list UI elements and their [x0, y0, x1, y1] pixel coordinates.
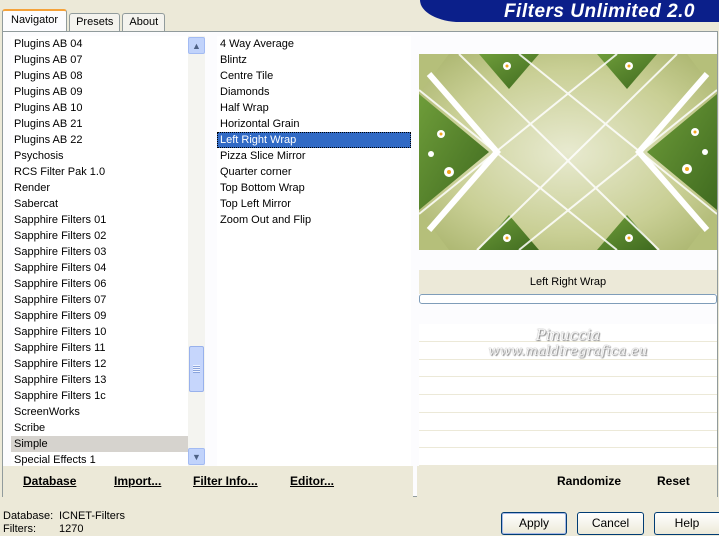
list-item[interactable]: Half Wrap	[217, 100, 411, 116]
navigator-panel: Plugins AB 04 Plugins AB 07 Plugins AB 08 P…	[2, 31, 718, 497]
list-item[interactable]: Horizontal Grain	[217, 116, 411, 132]
preview-actions: Randomize Reset	[417, 466, 717, 497]
list-item[interactable]: 4 Way Average	[217, 36, 411, 52]
list-item[interactable]: Sapphire Filters 07	[11, 292, 188, 308]
reset-button[interactable]: Reset	[657, 474, 690, 488]
list-item[interactable]: Sapphire Filters 03	[11, 244, 188, 260]
list-item[interactable]: Quarter corner	[217, 164, 411, 180]
list-item[interactable]: Plugins AB 22	[11, 132, 188, 148]
filters-count-label: Filters:	[3, 523, 36, 535]
list-item[interactable]: RCS Filter Pak 1.0	[11, 164, 188, 180]
database-label: Database:	[3, 510, 54, 522]
tab-about[interactable]: About	[122, 13, 166, 31]
scroll-thumb[interactable]	[189, 346, 204, 392]
editor-button[interactable]: Editor...	[290, 474, 334, 488]
list-item[interactable]: Top Left Mirror	[217, 196, 411, 212]
list-item[interactable]: Sapphire Filters 09	[11, 308, 188, 324]
list-item[interactable]: Sapphire Filters 01	[11, 212, 188, 228]
list-item[interactable]: Plugins AB 10	[11, 100, 188, 116]
cancel-button[interactable]: Cancel	[577, 512, 644, 535]
list-item[interactable]: Plugins AB 04	[11, 36, 188, 52]
database-button[interactable]: Database	[23, 474, 76, 488]
filter-preview	[419, 54, 717, 250]
list-item[interactable]: Centre Tile	[217, 68, 411, 84]
tab-presets[interactable]: Presets	[69, 13, 121, 31]
list-item[interactable]: Zoom Out and Flip	[217, 212, 411, 228]
filter-info-button[interactable]: Filter Info...	[193, 474, 258, 488]
list-item[interactable]: Scribe	[11, 420, 188, 436]
grip-icon	[193, 365, 200, 373]
list-item[interactable]: Blintz	[217, 52, 411, 68]
list-item[interactable]: Sapphire Filters 13	[11, 372, 188, 388]
list-item[interactable]: Pizza Slice Mirror	[217, 148, 411, 164]
list-item[interactable]: Sapphire Filters 04	[11, 260, 188, 276]
chevron-up-icon: ▲	[192, 40, 201, 51]
scroll-up-button[interactable]: ▲	[188, 37, 205, 54]
preview-filter-name: Left Right Wrap	[419, 270, 717, 294]
parameter-area	[419, 324, 717, 466]
filter-list[interactable]: 4 Way Average Blintz Centre Tile Diamonds Ha…	[217, 36, 411, 466]
list-item[interactable]: Sapphire Filters 11	[11, 340, 188, 356]
header-banner: Filters Unlimited 2.0	[420, 0, 719, 22]
app-title: Filters Unlimited 2.0	[503, 1, 695, 22]
status-info: Database: ICNET-Filters Filters: 1270	[3, 510, 125, 536]
list-item[interactable]: Sabercat	[11, 196, 188, 212]
list-item[interactable]: Plugins AB 08	[11, 68, 188, 84]
apply-button[interactable]: Apply	[501, 512, 567, 535]
randomize-button[interactable]: Randomize	[557, 474, 621, 488]
tab-bar: Navigator Presets About	[2, 9, 167, 31]
list-item[interactable]: ScreenWorks	[11, 404, 188, 420]
scroll-down-button[interactable]: ▼	[188, 448, 205, 465]
list-item[interactable]: Sapphire Filters 10	[11, 324, 188, 340]
database-value: ICNET-Filters	[59, 510, 125, 522]
list-item[interactable]: Sapphire Filters 12	[11, 356, 188, 372]
list-item[interactable]: Psychosis	[11, 148, 188, 164]
list-item[interactable]: Diamonds	[217, 84, 411, 100]
list-item[interactable]: Plugins AB 09	[11, 84, 188, 100]
tab-navigator[interactable]: Navigator	[2, 9, 68, 31]
category-scrollbar[interactable]: ▲ ▼	[188, 36, 205, 466]
list-item[interactable]: Simple	[11, 436, 188, 452]
filters-count-value: 1270	[59, 523, 84, 535]
navigator-actions: Database Import... Filter Info... Editor…	[3, 466, 413, 497]
list-item[interactable]: Plugins AB 07	[11, 52, 188, 68]
import-button[interactable]: Import...	[114, 474, 161, 488]
list-item[interactable]: Plugins AB 21	[11, 116, 188, 132]
preview-image	[419, 54, 717, 250]
category-list[interactable]: Plugins AB 04 Plugins AB 07 Plugins AB 08 P…	[11, 36, 188, 466]
list-item[interactable]: Sapphire Filters 1c	[11, 388, 188, 404]
list-item[interactable]: Sapphire Filters 02	[11, 228, 188, 244]
list-item[interactable]: Special Effects 1	[11, 452, 188, 466]
list-item[interactable]: Sapphire Filters 06	[11, 276, 188, 292]
list-item[interactable]: Top Bottom Wrap	[217, 180, 411, 196]
list-item[interactable]: Left Right Wrap	[217, 132, 411, 148]
list-item[interactable]: Render	[11, 180, 188, 196]
chevron-down-icon: ▼	[192, 451, 201, 462]
help-button[interactable]: Help	[654, 512, 719, 535]
progress-bar	[419, 294, 717, 304]
